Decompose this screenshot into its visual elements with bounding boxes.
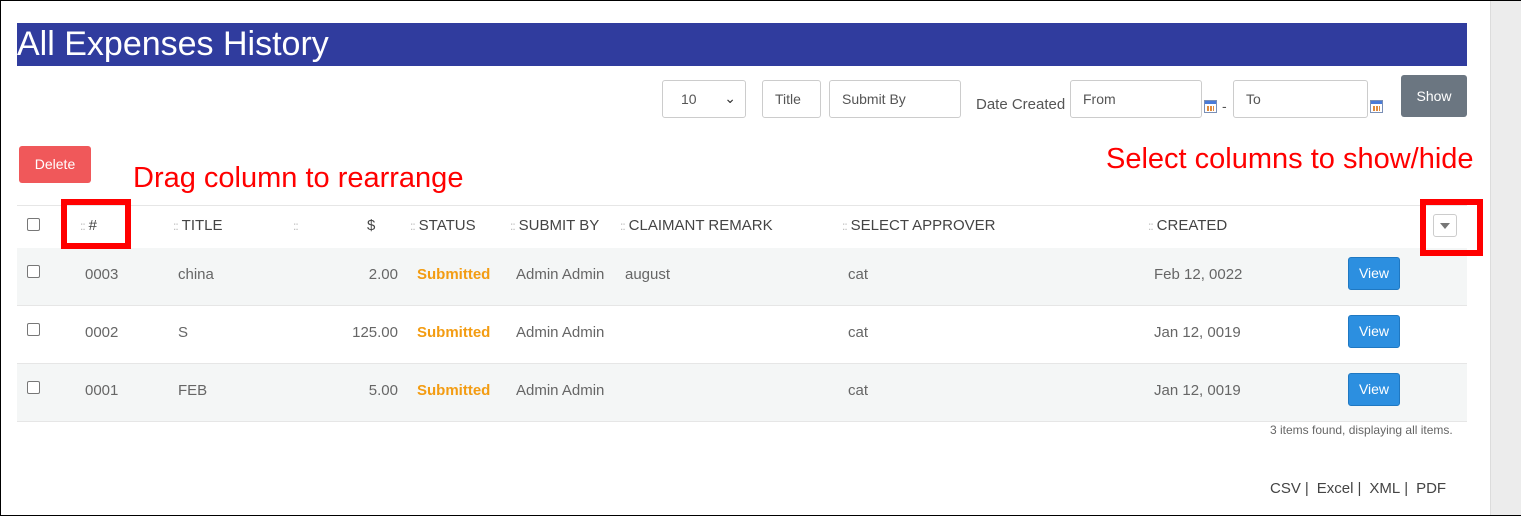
expense-approver: cat bbox=[848, 382, 869, 399]
table-row: 0001 FEB 5.00 Submitted Admin Admin cat … bbox=[17, 364, 1467, 422]
drag-handle-icon[interactable]: :: bbox=[173, 219, 179, 233]
date-separator: - bbox=[1222, 98, 1227, 114]
drag-handle-icon[interactable]: :: bbox=[510, 219, 516, 233]
expense-submit-by: Admin Admin bbox=[516, 382, 605, 399]
drag-handle-icon[interactable]: :: bbox=[620, 219, 626, 233]
view-button[interactable]: View bbox=[1348, 315, 1400, 348]
export-csv-link[interactable]: CSV bbox=[1270, 480, 1301, 497]
chevron-down-icon: ⌄ bbox=[724, 90, 736, 106]
expense-created: Jan 12, 0019 bbox=[1154, 324, 1241, 341]
drag-handle-icon[interactable]: :: bbox=[293, 219, 299, 233]
expense-title: china bbox=[178, 266, 214, 283]
expense-amount: 5.00 bbox=[368, 382, 398, 399]
select-columns-annotation: Select columns to show/hide bbox=[1106, 143, 1474, 175]
drag-handle-icon[interactable]: :: bbox=[842, 219, 848, 233]
status-badge: Submitted bbox=[417, 324, 491, 341]
date-to-input[interactable]: To bbox=[1233, 80, 1368, 118]
column-header-submit-by[interactable]: :: SUBMIT BY bbox=[510, 217, 599, 234]
column-header-claimant-remark[interactable]: :: CLAIMANT REMARK bbox=[620, 217, 773, 234]
column-header-status[interactable]: :: STATUS bbox=[410, 217, 476, 234]
row-checkbox[interactable] bbox=[27, 323, 40, 336]
status-badge: Submitted bbox=[417, 266, 491, 283]
expense-id: 0002 bbox=[85, 324, 119, 341]
column-header-select-approver[interactable]: :: SELECT APPROVER bbox=[842, 217, 995, 234]
link-separator: | bbox=[1304, 480, 1309, 497]
link-separator: | bbox=[1357, 480, 1362, 497]
table-summary: 3 items found, displaying all items. bbox=[1270, 423, 1453, 437]
page-title: All Expenses History bbox=[17, 23, 1467, 66]
show-button[interactable]: Show bbox=[1401, 75, 1467, 117]
annotation-highlight-box bbox=[61, 199, 131, 249]
export-excel-link[interactable]: Excel bbox=[1317, 480, 1354, 497]
expense-remark: august bbox=[625, 266, 671, 283]
delete-button[interactable]: Delete bbox=[19, 146, 91, 183]
submit-by-filter-input[interactable]: Submit By bbox=[829, 80, 961, 118]
column-header-amount-handle[interactable]: :: bbox=[293, 217, 302, 234]
select-all-checkbox[interactable] bbox=[27, 218, 40, 231]
date-created-label: Date Created bbox=[976, 96, 1066, 113]
expense-submit-by: Admin Admin bbox=[516, 266, 605, 283]
view-button[interactable]: View bbox=[1348, 257, 1400, 290]
column-header-title[interactable]: :: TITLE bbox=[173, 217, 223, 234]
column-header-amount[interactable]: $ bbox=[367, 217, 375, 234]
expense-approver: cat bbox=[848, 324, 869, 341]
expense-created: Jan 12, 0019 bbox=[1154, 382, 1241, 399]
expense-id: 0003 bbox=[85, 266, 119, 283]
calendar-icon[interactable] bbox=[1370, 100, 1383, 113]
column-header-created[interactable]: :: CREATED bbox=[1148, 217, 1227, 234]
date-from-input[interactable]: From bbox=[1070, 80, 1202, 118]
expense-created: Feb 12, 0022 bbox=[1154, 266, 1243, 283]
view-button[interactable]: View bbox=[1348, 373, 1400, 406]
drag-handle-icon[interactable]: :: bbox=[410, 219, 416, 233]
export-pdf-link[interactable]: PDF bbox=[1416, 480, 1446, 497]
expense-amount: 2.00 bbox=[368, 266, 398, 283]
expense-title: FEB bbox=[178, 382, 208, 399]
drag-columns-annotation: Drag column to rearrange bbox=[133, 162, 464, 194]
table-row: 0003 china 2.00 Submitted Admin Admin au… bbox=[17, 248, 1467, 306]
annotation-highlight-box bbox=[1420, 199, 1483, 256]
status-badge: Submitted bbox=[417, 382, 491, 399]
row-checkbox[interactable] bbox=[27, 265, 40, 278]
expense-amount: 125.00 bbox=[352, 324, 398, 341]
page-size-value: 10 bbox=[681, 91, 697, 107]
title-filter-input[interactable]: Title bbox=[762, 80, 821, 118]
expense-submit-by: Admin Admin bbox=[516, 324, 605, 341]
row-checkbox[interactable] bbox=[27, 381, 40, 394]
page-size-select[interactable]: 10 ⌄ bbox=[662, 80, 746, 118]
calendar-icon[interactable] bbox=[1204, 100, 1217, 113]
table-header-row: :: # :: TITLE :: $ :: STATUS :: SUBMIT BY ::… bbox=[17, 205, 1467, 250]
expense-approver: cat bbox=[848, 266, 869, 283]
export-xml-link[interactable]: XML bbox=[1369, 480, 1400, 497]
expense-id: 0001 bbox=[85, 382, 119, 399]
table-row: 0002 S 125.00 Submitted Admin Admin cat … bbox=[17, 306, 1467, 364]
drag-handle-icon[interactable]: :: bbox=[1148, 219, 1154, 233]
vertical-scrollbar[interactable] bbox=[1490, 1, 1521, 515]
expense-title: S bbox=[178, 324, 189, 341]
export-links: CSV | Excel | XML | PDF bbox=[1270, 480, 1446, 497]
link-separator: | bbox=[1404, 480, 1409, 497]
